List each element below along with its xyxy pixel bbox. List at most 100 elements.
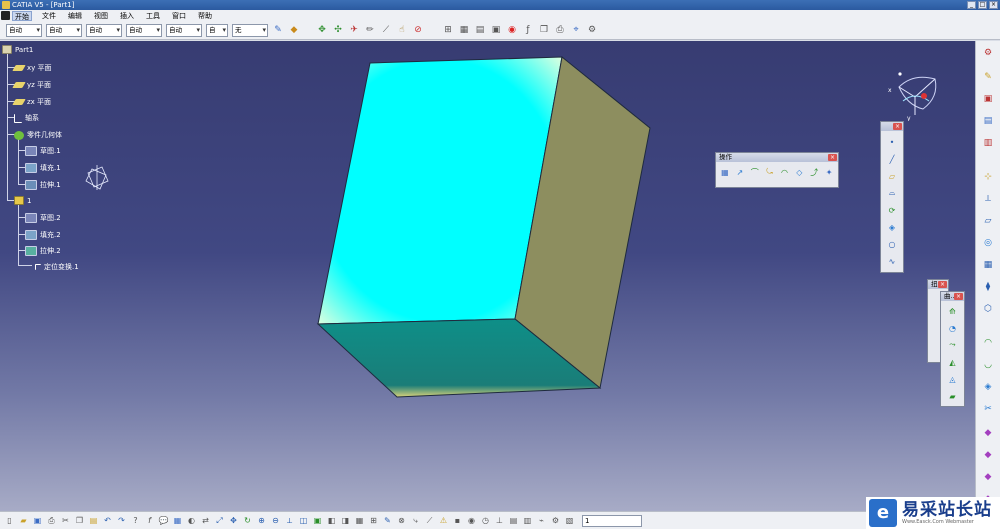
tree-node-transform1[interactable]: 定位变换.1 — [35, 262, 79, 272]
hide-show-icon[interactable]: ◐ — [186, 515, 197, 526]
mirror-icon[interactable]: ⧫ — [982, 281, 994, 293]
fly-icon[interactable]: ✈ — [348, 24, 360, 36]
pan-icon[interactable]: ✥ — [316, 24, 328, 36]
camera-icon[interactable]: ▪ — [452, 515, 463, 526]
surface-icon[interactable]: ◠ — [982, 337, 994, 349]
layer-icon[interactable]: ▧ — [564, 515, 575, 526]
wireframe-toolbar-header[interactable]: × — [881, 122, 903, 131]
layer-filter-combo[interactable]: 自 — [206, 23, 228, 37]
hide-icon[interactable]: ◧ — [326, 515, 337, 526]
menu-tools[interactable]: 工具 — [144, 11, 162, 21]
print-icon[interactable]: ⎙ — [554, 24, 566, 36]
table-icon[interactable]: ▤ — [508, 515, 519, 526]
analysis-icon[interactable]: ⚠ — [438, 515, 449, 526]
pattern-icon[interactable]: ▦ — [982, 259, 994, 271]
properties-icon[interactable]: ◆ — [288, 24, 300, 36]
workbench-icon[interactable]: ⚙ — [982, 47, 994, 59]
scale-icon[interactable]: ⬡ — [982, 303, 994, 315]
pencil-icon[interactable]: ✏ — [364, 24, 376, 36]
tree-node-extrude2[interactable]: 拉伸.2 — [25, 246, 61, 256]
tree-node-xy-plane[interactable]: xy 平面 — [12, 63, 52, 73]
no-show-icon[interactable]: ⊘ — [412, 24, 424, 36]
zoom-in-icon[interactable]: ⊕ — [256, 515, 267, 526]
sew-icon[interactable]: ✂ — [982, 403, 994, 415]
painter-icon[interactable]: ✎ — [272, 24, 284, 36]
new-icon[interactable]: ▯ — [4, 515, 15, 526]
tree-node-geometrical-set[interactable]: 1 — [14, 196, 31, 205]
spline-icon[interactable]: ∿ — [886, 255, 898, 267]
shading-icon[interactable]: ▣ — [312, 515, 323, 526]
sketch-support-icon[interactable]: ▣ — [982, 93, 994, 105]
snap-icon[interactable]: ⊞ — [442, 24, 454, 36]
tree-node-partbody[interactable]: 零件几何体 — [14, 130, 62, 140]
catalog-icon[interactable]: ▣ — [490, 24, 502, 36]
save-icon[interactable]: ▣ — [32, 515, 43, 526]
open-icon[interactable]: ▰ — [18, 515, 29, 526]
swap-icon[interactable]: ⇄ — [200, 515, 211, 526]
measure-icon[interactable]: ⟋ — [424, 515, 435, 526]
tree-node-zx-plane[interactable]: zx 平面 — [12, 97, 51, 107]
projection-icon[interactable]: ⌓ — [886, 187, 898, 199]
comment-icon[interactable]: 💬 — [158, 515, 169, 526]
menu-help[interactable]: 帮助 — [196, 11, 214, 21]
maximize-button[interactable]: □ — [978, 1, 987, 9]
tree-node-part1[interactable]: Part1 — [2, 45, 33, 54]
swap-visible-icon[interactable]: ◨ — [340, 515, 351, 526]
render-icon[interactable]: ◉ — [466, 515, 477, 526]
formula-icon[interactable]: ƒ — [522, 24, 534, 36]
color-combo[interactable]: 自动 — [6, 23, 42, 37]
document-icon[interactable] — [1, 11, 10, 20]
menu-start[interactable]: 开始 — [12, 10, 32, 21]
normal-view-icon[interactable]: ⟂ — [284, 515, 295, 526]
tree-node-sketch2[interactable]: 草图.2 — [25, 213, 61, 223]
extract-icon[interactable]: ◠ — [779, 166, 791, 178]
rotate-icon[interactable]: ↻ — [242, 515, 253, 526]
operations-toolbar-header[interactable]: 操作 × — [716, 153, 838, 162]
copy-icon[interactable]: ❐ — [538, 24, 550, 36]
line-thickness-combo[interactable]: 自动 — [86, 23, 122, 37]
close-icon[interactable]: × — [828, 154, 837, 161]
extrude-surface-icon[interactable]: ⟰ — [947, 305, 959, 317]
3d-box-model[interactable] — [300, 47, 660, 407]
print-icon[interactable]: ⎙ — [46, 515, 57, 526]
healing-icon[interactable]: ↗ — [734, 166, 746, 178]
close-icon[interactable]: × — [954, 293, 963, 300]
tree-node-sketch1[interactable]: 草图.1 — [25, 146, 61, 156]
boolean-icon[interactable]: ◎ — [982, 237, 994, 249]
menu-file[interactable]: 文件 — [40, 11, 58, 21]
tree-node-axis-system[interactable]: 轴系 — [14, 113, 39, 123]
plane-tool-icon[interactable]: ▱ — [982, 215, 994, 227]
undo-icon[interactable]: ↶ — [102, 515, 113, 526]
revolve-icon[interactable]: ◔ — [947, 322, 959, 334]
formula-icon[interactable]: f — [144, 515, 155, 526]
plane-icon[interactable]: ▱ — [886, 170, 898, 182]
thick-icon[interactable]: ◡ — [982, 359, 994, 371]
close-icon[interactable]: × — [893, 123, 902, 130]
grid-icon[interactable]: ▦ — [458, 24, 470, 36]
tree-node-extrude1[interactable]: 拉伸.1 — [25, 180, 61, 190]
tools-icon[interactable]: ▥ — [982, 137, 994, 149]
measure-icon[interactable]: ⟋ — [380, 24, 392, 36]
table-icon[interactable]: ▤ — [474, 24, 486, 36]
compass-handle[interactable] — [921, 93, 927, 99]
menu-insert[interactable]: 插入 — [118, 11, 136, 21]
untrim-icon[interactable]: ⌒ — [749, 166, 761, 178]
compass[interactable]: x y — [885, 71, 945, 121]
transparency-combo[interactable]: 自动 — [46, 23, 82, 37]
multi-view-icon[interactable]: ▦ — [172, 515, 183, 526]
layer-combo[interactable]: 无 — [232, 23, 268, 37]
tree-node-yz-plane[interactable]: yz 平面 — [12, 80, 51, 90]
apply-material-icon[interactable]: ◆ — [982, 471, 994, 483]
operations-toolbar[interactable]: 操作 × ▦ ↗ ⌒ ⤿ ◠ ◇ ⤴ ✦ — [715, 152, 839, 188]
exit-icon[interactable]: ▤ — [982, 115, 994, 127]
chart-icon[interactable]: ▥ — [522, 515, 533, 526]
iso-view-icon[interactable]: ◫ — [298, 515, 309, 526]
axis-tool-icon[interactable]: ⟂ — [982, 193, 994, 205]
settings-icon[interactable]: ⚙ — [586, 24, 598, 36]
hand-icon[interactable]: ☝ — [396, 24, 408, 36]
rotate-icon[interactable]: ✣ — [332, 24, 344, 36]
menu-view[interactable]: 视图 — [92, 11, 110, 21]
menu-edit[interactable]: 编辑 — [66, 11, 84, 21]
redo-icon[interactable]: ↷ — [116, 515, 127, 526]
transform-icon[interactable]: ⤷ — [410, 515, 421, 526]
